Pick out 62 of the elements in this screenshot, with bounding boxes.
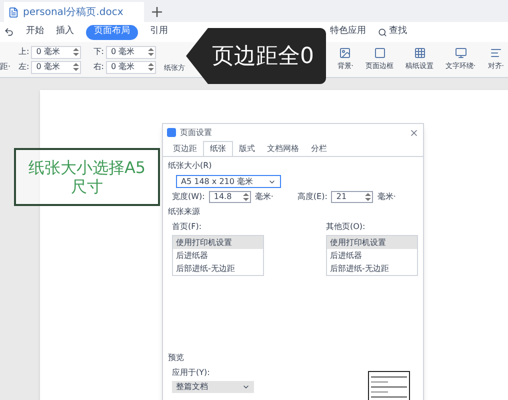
tray-option[interactable]: 后进纸器 bbox=[173, 249, 263, 262]
group-label: 纸张来源 bbox=[168, 206, 201, 218]
toolbar-icon bbox=[414, 47, 426, 60]
menu-tab[interactable]: 开始 bbox=[26, 25, 44, 39]
dialog-title: 页面设置 bbox=[180, 126, 213, 138]
margin-label: 上: bbox=[18, 46, 30, 58]
caret-icon bbox=[242, 383, 250, 391]
margins-label[interactable]: 距· bbox=[0, 61, 11, 73]
toolbar-icon bbox=[454, 47, 467, 60]
callout-arrow-icon bbox=[186, 28, 208, 84]
menu-tab[interactable]: 插入 bbox=[56, 25, 74, 39]
dialog-tab[interactable]: 页边距 bbox=[167, 141, 203, 156]
dialog-tab[interactable]: 纸张 bbox=[203, 141, 233, 156]
tray-option[interactable]: 后部进纸-无边距 bbox=[327, 262, 417, 275]
tray-option[interactable]: 后部进纸-无边距 bbox=[173, 262, 263, 275]
dialog-tab[interactable]: 分栏 bbox=[305, 141, 333, 156]
dialog-tab[interactable]: 版式 bbox=[233, 141, 261, 156]
undo-icon[interactable] bbox=[4, 27, 14, 37]
size-field[interactable]: 14.8 bbox=[208, 191, 251, 203]
apply-select[interactable]: 整篇文档 bbox=[172, 381, 254, 393]
size-label: 高度(E): bbox=[297, 191, 328, 203]
menu-tab[interactable]: 特色应用 bbox=[330, 25, 366, 39]
unit-label[interactable]: 毫米· bbox=[254, 191, 274, 203]
tray-option[interactable]: 使用打印机设置 bbox=[173, 236, 263, 249]
margin-field[interactable]: 0 毫米 bbox=[31, 46, 82, 58]
document-icon bbox=[8, 6, 19, 18]
app-icon bbox=[167, 128, 176, 137]
menu-tab[interactable]: 页面布局 bbox=[86, 24, 138, 40]
apply-label: 应用于(Y): bbox=[172, 367, 211, 379]
search-button[interactable]: 查找 bbox=[378, 25, 407, 39]
size-label: 宽度(W): bbox=[172, 191, 205, 203]
document-tab[interactable]: personal分稿页.docx bbox=[4, 2, 144, 22]
tray-option[interactable]: 后进纸器 bbox=[327, 249, 417, 262]
spin-arrows-icon[interactable] bbox=[148, 47, 154, 57]
annotation-note: 纸张大小选择A5 尺寸 bbox=[14, 148, 160, 206]
spin-arrows-icon[interactable] bbox=[242, 192, 249, 202]
unit-label[interactable]: 毫米· bbox=[377, 191, 396, 203]
new-tab-button[interactable] bbox=[152, 7, 162, 17]
toolbar-icon bbox=[339, 47, 352, 60]
tray-option[interactable]: 使用打印机设置 bbox=[327, 236, 417, 249]
size-field[interactable]: 21 bbox=[331, 191, 374, 203]
menu-tab[interactable]: 引用 bbox=[150, 25, 168, 39]
margin-label: 下: bbox=[93, 46, 104, 58]
margin-label: 左: bbox=[18, 61, 30, 73]
dialog-tab[interactable]: 文档网格 bbox=[261, 141, 305, 156]
group-label: 预览 bbox=[168, 352, 185, 364]
search-icon bbox=[378, 28, 387, 36]
spin-arrows-icon[interactable] bbox=[73, 62, 80, 72]
margin-field[interactable]: 0 毫米 bbox=[31, 60, 82, 74]
spin-arrows-icon[interactable] bbox=[73, 47, 80, 57]
toolbar-icon bbox=[490, 47, 502, 60]
margin-label: 右: bbox=[93, 61, 104, 73]
group-label: 纸张大小(R) bbox=[168, 160, 213, 172]
spin-arrows-icon[interactable] bbox=[148, 62, 154, 72]
list-label: 其他页(O): bbox=[326, 221, 366, 233]
list-label: 首页(F): bbox=[172, 221, 203, 233]
close-icon[interactable] bbox=[409, 128, 419, 138]
spin-arrows-icon[interactable] bbox=[365, 192, 372, 202]
margin-field[interactable]: 0 毫米 bbox=[106, 46, 156, 58]
margin-field[interactable]: 0 毫米 bbox=[106, 60, 156, 74]
toolbar-icon bbox=[374, 47, 386, 60]
paper-size-select[interactable]: A5 148 x 210 毫米 bbox=[176, 175, 281, 188]
